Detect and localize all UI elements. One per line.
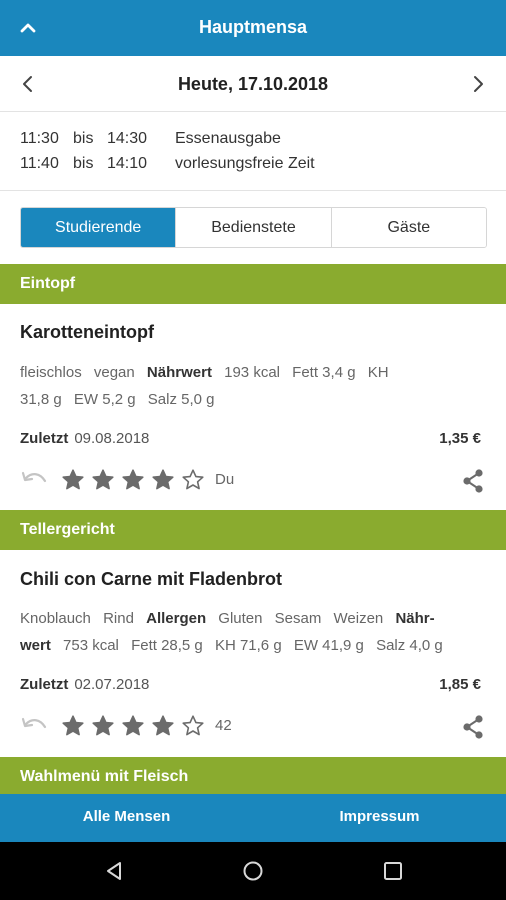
nutrition-label: Nähr-	[395, 610, 435, 627]
tag: Knoblauch	[20, 610, 91, 627]
star-filled-icon[interactable]	[91, 468, 115, 492]
section-header: Eintopf	[0, 264, 506, 304]
home-icon[interactable]	[242, 860, 264, 882]
tag: Rind	[103, 610, 134, 627]
bottom-navigation: Alle Mensen Impressum	[0, 794, 506, 842]
dish-price: 1,35 €	[439, 430, 481, 447]
page-title: Hauptmensa	[198, 17, 308, 37]
dish-card: Chili con Carne mit Fladenbrot Knoblauch…	[0, 569, 506, 749]
recents-icon[interactable]	[382, 860, 404, 882]
last-served-label: Zuletzt	[20, 676, 69, 693]
hours-from: 11:30	[20, 130, 59, 147]
share-icon[interactable]	[460, 468, 486, 494]
undo-icon[interactable]	[20, 469, 48, 491]
rating-note: 42	[215, 717, 232, 734]
imprint-button[interactable]: Impressum	[253, 794, 506, 842]
tab-studierende[interactable]: Studierende	[21, 208, 176, 247]
rating-row: Du	[20, 465, 486, 495]
star-filled-icon[interactable]	[121, 714, 145, 738]
star-rating[interactable]	[61, 714, 211, 738]
nutrition-value: Fett 28,5 g	[131, 637, 203, 654]
date-navigation: Heute, 17.10.2018	[0, 56, 506, 112]
allergen: Gluten	[218, 610, 263, 627]
nutrition-value: 193 kcal	[224, 364, 280, 381]
last-served-date: 09.08.2018	[74, 430, 150, 447]
star-rating[interactable]	[61, 468, 211, 492]
tab-gaeste[interactable]: Gäste	[330, 208, 486, 247]
star-filled-icon[interactable]	[151, 714, 175, 738]
nutrition-value: KH 71,6 g	[214, 637, 282, 654]
star-filled-icon[interactable]	[121, 468, 145, 492]
price-group-tabs: Studierende Bedienstete Gäste	[20, 207, 487, 248]
last-served-label: Zuletzt	[20, 430, 69, 447]
app-bar: Hauptmensa	[0, 0, 506, 56]
hours-from: 11:40	[20, 155, 59, 172]
section-header: Wahlmenü mit Fleisch	[0, 757, 506, 797]
allergen-label: Allergen	[146, 610, 207, 627]
rating-note: Du	[215, 471, 235, 488]
nutrition-value: 31,8 g	[20, 391, 62, 408]
section-title: Eintopf	[20, 275, 76, 292]
nutrition-value: Salz 5,0 g	[147, 391, 215, 408]
hours-sep: bis	[73, 155, 94, 172]
star-filled-icon[interactable]	[61, 714, 85, 738]
nutrition-value: Salz 4,0 g	[376, 637, 443, 654]
star-empty-icon[interactable]	[181, 468, 205, 492]
last-served-date: 02.07.2018	[74, 676, 150, 693]
dish-name[interactable]: Karotteneintopf	[20, 322, 154, 343]
star-empty-icon[interactable]	[181, 714, 205, 738]
star-filled-icon[interactable]	[61, 468, 85, 492]
hours-label: vorlesungsfreie Zeit	[175, 155, 315, 172]
section-title: Tellergericht	[20, 521, 115, 538]
all-canteens-button[interactable]: Alle Mensen	[0, 794, 253, 842]
rating-row: 42	[20, 711, 486, 741]
tag: vegan	[93, 364, 135, 381]
hours-to: 14:30	[107, 130, 148, 147]
dish-info: Knoblauch Rind Allergen Gluten Sesam Wei…	[20, 605, 486, 659]
current-date: Heute, 17.10.2018	[177, 74, 329, 94]
section-title: Wahlmenü mit Fleisch	[20, 768, 189, 785]
nutrition-value: EW 5,2 g	[73, 391, 136, 408]
share-icon[interactable]	[460, 714, 486, 740]
nutrition-value: KH	[367, 364, 389, 381]
dish-price: 1,85 €	[439, 676, 481, 693]
section-header: Tellergericht	[0, 510, 506, 550]
dish-name[interactable]: Chili con Carne mit Fladenbrot	[20, 569, 282, 590]
hours-to: 14:10	[107, 155, 148, 172]
dish-info: fleischlos vegan Nährwert 193 kcal Fett …	[20, 359, 486, 413]
star-filled-icon[interactable]	[91, 714, 115, 738]
nutrition-label: wert	[20, 637, 51, 654]
allergen: Weizen	[333, 610, 384, 627]
back-icon[interactable]	[103, 860, 125, 882]
system-navigation-bar	[0, 842, 506, 900]
nutrition-value: 753 kcal	[63, 637, 119, 654]
allergen: Sesam	[274, 610, 322, 627]
chevron-right-icon[interactable]	[464, 70, 492, 98]
opening-hours: 11:30 bis 14:30 Essenausgabe 11:40 bis 1…	[0, 113, 506, 191]
undo-icon[interactable]	[20, 715, 48, 737]
nutrition-value: Fett 3,4 g	[292, 364, 356, 381]
nutrition-value: EW 41,9 g	[293, 637, 364, 654]
tag: fleischlos	[20, 364, 82, 381]
hours-label: Essenausgabe	[175, 130, 281, 147]
last-served: Zuletzt 09.08.2018	[20, 430, 149, 447]
star-filled-icon[interactable]	[151, 468, 175, 492]
tab-bedienstete[interactable]: Bedienstete	[175, 208, 331, 247]
nutrition-label: Nährwert	[146, 364, 212, 381]
hours-sep: bis	[73, 130, 94, 147]
dish-card: Karotteneintopf fleischlos vegan Nährwer…	[0, 322, 506, 502]
last-served: Zuletzt 02.07.2018	[20, 676, 149, 693]
